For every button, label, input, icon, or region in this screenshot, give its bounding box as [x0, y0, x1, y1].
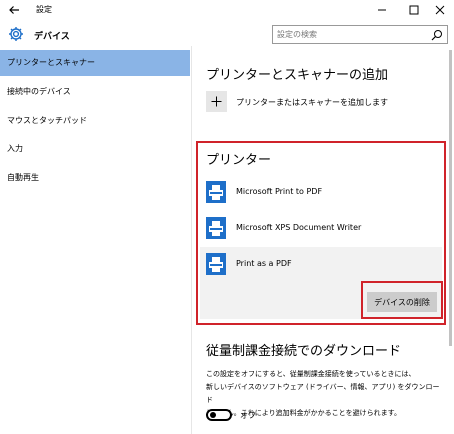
- sidebar-item-autoplay[interactable]: 自動再生: [0, 165, 190, 191]
- back-button[interactable]: [6, 2, 22, 18]
- list-item[interactable]: Microsoft Print to PDF: [200, 175, 442, 209]
- scrollbar[interactable]: [449, 50, 452, 434]
- sidebar-item-mouse-touchpad[interactable]: マウスとタッチパッド: [0, 108, 190, 134]
- add-section-heading: プリンターとスキャナーの追加: [206, 68, 389, 83]
- printer-name: Microsoft Print to PDF: [236, 187, 323, 196]
- printers-heading: プリンター: [206, 153, 272, 168]
- sidebar-item-label: マウスとタッチパッド: [7, 116, 87, 125]
- remove-device-button[interactable]: デバイスの削除: [367, 292, 437, 312]
- search-icon[interactable]: [431, 29, 443, 41]
- minimize-icon: [378, 9, 386, 11]
- printer-icon: [206, 217, 226, 239]
- printer-icon: [206, 181, 226, 203]
- sidebar-item-printers-scanners[interactable]: プリンターとスキャナー: [0, 50, 190, 76]
- sidebar-item-label: 自動再生: [7, 173, 39, 182]
- printer-name: Print as a PDF: [236, 259, 292, 268]
- pane-divider: [191, 46, 192, 434]
- close-icon: [435, 5, 445, 15]
- close-button[interactable]: [426, 0, 454, 20]
- back-arrow-icon: [9, 6, 19, 14]
- sidebar-item-connected-devices[interactable]: 接続中のデバイス: [0, 79, 190, 105]
- search-box[interactable]: [272, 25, 448, 44]
- list-item[interactable]: Microsoft XPS Document Writer: [200, 211, 442, 245]
- sidebar-item-input[interactable]: 入力: [0, 136, 190, 162]
- sidebar-item-label: プリンターとスキャナー: [7, 58, 95, 67]
- sidebar-item-label: 入力: [7, 144, 23, 153]
- page-title: デバイス: [34, 32, 70, 42]
- add-printer-button[interactable]: [206, 91, 227, 112]
- metered-heading: 従量制課金接続でのダウンロード: [206, 344, 402, 359]
- printer-icon: [206, 253, 226, 275]
- sidebar-item-label: 接続中のデバイス: [7, 87, 71, 96]
- metered-download-toggle[interactable]: [206, 409, 232, 421]
- maximize-button[interactable]: [400, 0, 428, 20]
- toggle-state-label: オフ: [240, 411, 256, 420]
- toggle-knob: [210, 412, 216, 418]
- plus-icon: [211, 96, 222, 107]
- minimize-button[interactable]: [368, 0, 396, 20]
- add-printer-label[interactable]: プリンターまたはスキャナーを追加します: [236, 97, 388, 108]
- maximize-icon: [409, 5, 419, 15]
- window-title: 設定: [36, 5, 52, 14]
- scroll-thumb[interactable]: [449, 50, 452, 346]
- search-input[interactable]: [277, 28, 427, 41]
- printer-name: Microsoft XPS Document Writer: [236, 223, 362, 232]
- title-bar: 設定: [0, 0, 454, 20]
- gear-icon: [8, 26, 24, 42]
